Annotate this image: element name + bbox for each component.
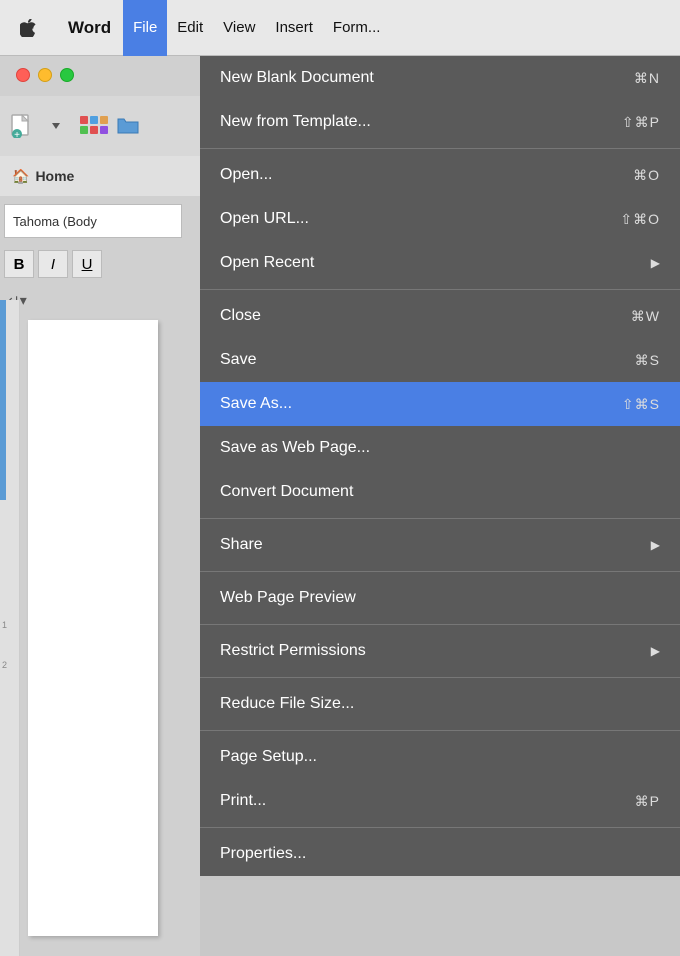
menu-item-open[interactable]: Open... ⌘O <box>200 153 680 197</box>
ruler-highlight <box>0 300 6 500</box>
divider-8 <box>200 827 680 828</box>
divider-3 <box>200 518 680 519</box>
menu-item-new-blank[interactable]: New Blank Document ⌘N <box>200 56 680 100</box>
new-blank-shortcut: ⌘N <box>634 70 660 87</box>
menu-item-web-preview[interactable]: Web Page Preview <box>200 576 680 620</box>
menu-item-page-setup[interactable]: Page Setup... <box>200 735 680 779</box>
open-url-shortcut: ⇧⌘O <box>620 211 660 228</box>
menu-insert[interactable]: Insert <box>265 0 323 56</box>
open-recent-label: Open Recent <box>220 254 314 272</box>
ruler-marks: 1 2 <box>2 620 18 670</box>
file-menu-dropdown: New Blank Document ⌘N New from Template.… <box>200 56 680 876</box>
menu-item-open-recent[interactable]: Open Recent ▶ <box>200 241 680 285</box>
grid-view-icon[interactable] <box>76 112 108 140</box>
svg-text:+: + <box>14 130 20 138</box>
new-template-label: New from Template... <box>220 113 371 131</box>
divider-2 <box>200 289 680 290</box>
home-tab-label: Home <box>35 168 74 184</box>
restrict-arrow: ▶ <box>651 644 660 658</box>
save-web-label: Save as Web Page... <box>220 439 370 457</box>
properties-label: Properties... <box>220 845 306 863</box>
menu-edit[interactable]: Edit <box>167 0 213 56</box>
font-selector[interactable]: Tahoma (Body <box>4 204 182 238</box>
underline-button[interactable]: U <box>72 250 102 278</box>
divider-1 <box>200 148 680 149</box>
format-buttons: B I U <box>4 250 102 278</box>
dropdown-arrow-icon[interactable] <box>42 112 70 140</box>
ribbon-home-tab[interactable]: 🏠 Home <box>0 156 200 196</box>
apple-menu[interactable] <box>0 19 56 37</box>
menu-item-save-as[interactable]: Save As... ⇧⌘S <box>200 382 680 426</box>
menu-item-print[interactable]: Print... ⌘P <box>200 779 680 823</box>
restrict-label: Restrict Permissions <box>220 642 366 660</box>
open-label: Open... <box>220 166 272 184</box>
new-template-shortcut: ⇧⌘P <box>622 114 660 131</box>
reduce-label: Reduce File Size... <box>220 695 354 713</box>
maximize-button[interactable] <box>60 68 74 82</box>
menu-bar: Word File Edit View Insert Form... <box>0 0 680 56</box>
save-as-label: Save As... <box>220 395 292 413</box>
close-label: Close <box>220 307 261 325</box>
open-document-icon[interactable] <box>114 112 142 140</box>
convert-label: Convert Document <box>220 483 353 501</box>
open-url-label: Open URL... <box>220 210 309 228</box>
new-blank-label: New Blank Document <box>220 69 374 87</box>
menu-item-reduce[interactable]: Reduce File Size... <box>200 682 680 726</box>
minimize-button[interactable] <box>38 68 52 82</box>
close-shortcut: ⌘W <box>631 308 660 325</box>
menu-item-open-url[interactable]: Open URL... ⇧⌘O <box>200 197 680 241</box>
menu-item-properties[interactable]: Properties... <box>200 832 680 876</box>
menu-item-restrict[interactable]: Restrict Permissions ▶ <box>200 629 680 673</box>
menu-item-close[interactable]: Close ⌘W <box>200 294 680 338</box>
document-page <box>28 320 158 936</box>
save-label: Save <box>220 351 256 369</box>
print-label: Print... <box>220 792 266 810</box>
toolbar: + <box>0 96 200 156</box>
save-as-shortcut: ⇧⌘S <box>622 396 660 413</box>
save-shortcut: ⌘S <box>635 352 660 369</box>
menu-item-save-web[interactable]: Save as Web Page... <box>200 426 680 470</box>
divider-6 <box>200 677 680 678</box>
menu-item-share[interactable]: Share ▶ <box>200 523 680 567</box>
font-value: Tahoma (Body <box>13 214 97 229</box>
open-shortcut: ⌘O <box>633 167 660 184</box>
italic-button[interactable]: I <box>38 250 68 278</box>
share-label: Share <box>220 536 263 554</box>
close-button[interactable] <box>16 68 30 82</box>
web-preview-label: Web Page Preview <box>220 589 356 607</box>
print-shortcut: ⌘P <box>635 793 660 810</box>
menu-item-convert[interactable]: Convert Document <box>200 470 680 514</box>
open-recent-arrow: ▶ <box>651 256 660 270</box>
menu-item-save[interactable]: Save ⌘S <box>200 338 680 382</box>
menu-item-new-template[interactable]: New from Template... ⇧⌘P <box>200 100 680 144</box>
menu-format[interactable]: Form... <box>323 0 391 56</box>
window-controls <box>16 68 74 82</box>
menu-view[interactable]: View <box>213 0 265 56</box>
divider-7 <box>200 730 680 731</box>
home-icon: 🏠 <box>12 168 29 185</box>
app-name: Word <box>56 18 123 38</box>
divider-5 <box>200 624 680 625</box>
share-arrow: ▶ <box>651 538 660 552</box>
page-setup-label: Page Setup... <box>220 748 317 766</box>
new-document-icon[interactable]: + <box>8 112 36 140</box>
divider-4 <box>200 571 680 572</box>
bold-button[interactable]: B <box>4 250 34 278</box>
menu-file[interactable]: File <box>123 0 167 56</box>
